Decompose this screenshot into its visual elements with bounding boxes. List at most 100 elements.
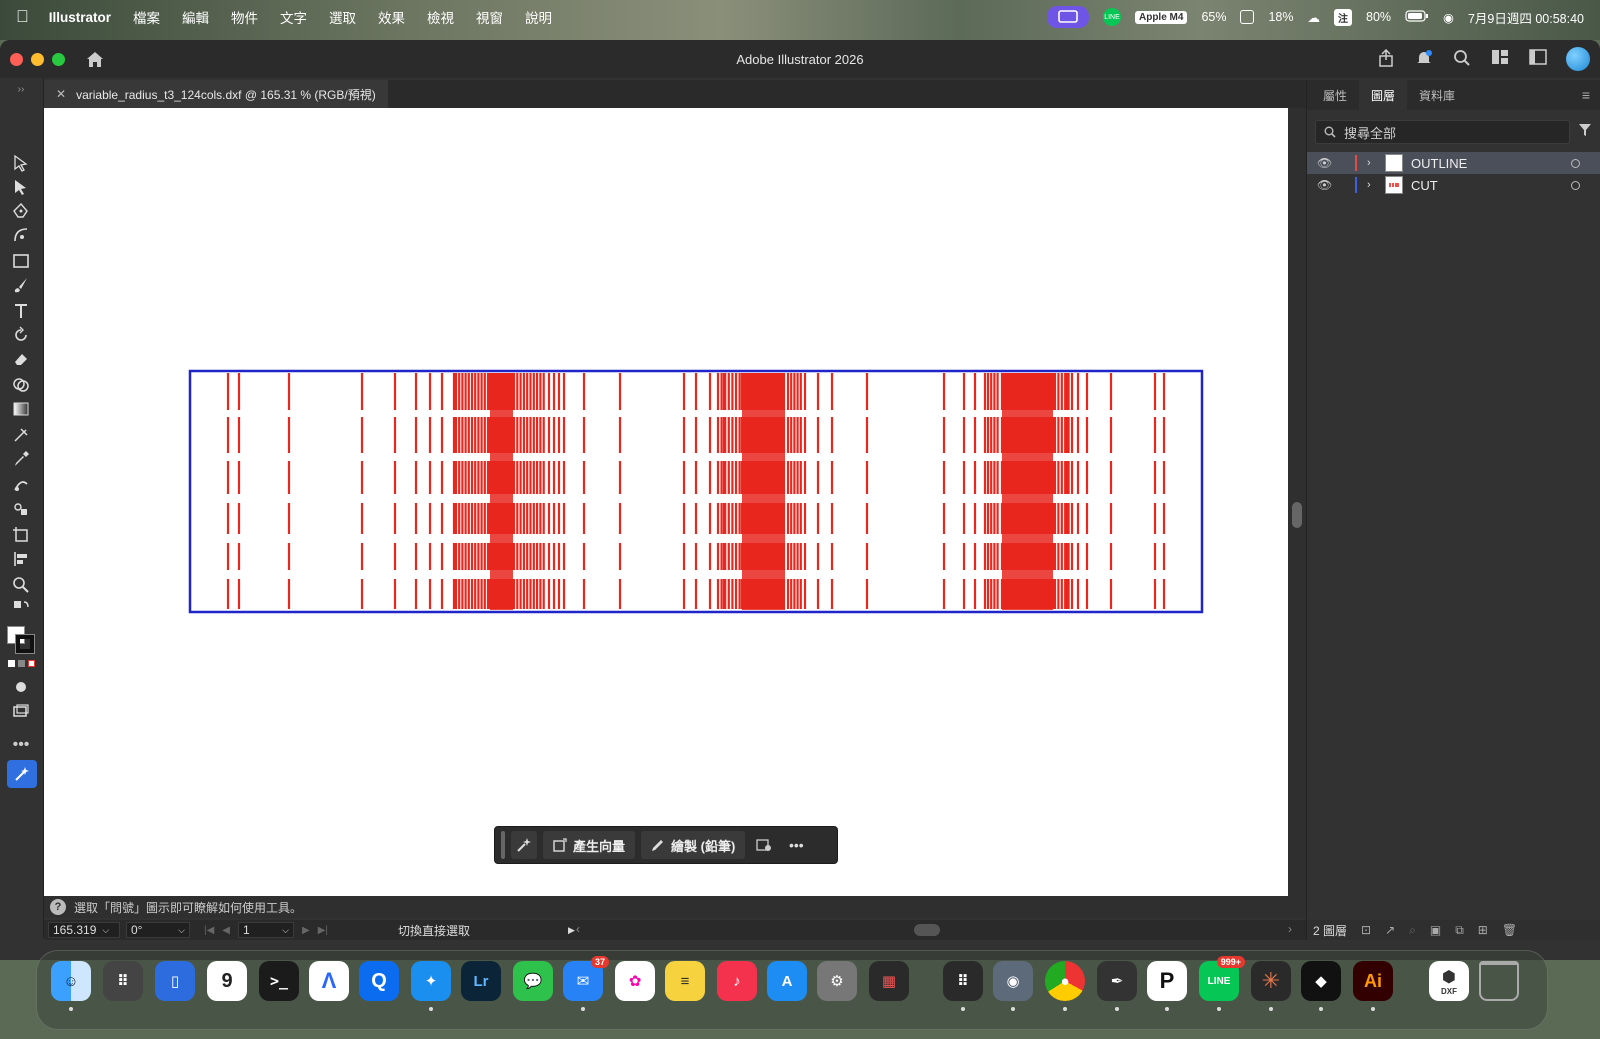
menu-type[interactable]: 文字: [280, 7, 307, 27]
layer-row-cut[interactable]: 👁 › CUT: [1307, 174, 1600, 196]
chrome-icon[interactable]: ●: [1045, 961, 1085, 1001]
photos-icon[interactable]: ✿: [615, 961, 655, 1001]
eyedropper-tool-icon[interactable]: [8, 448, 34, 470]
collect-export-icon[interactable]: ⊡: [1361, 923, 1371, 937]
panel-menu-icon[interactable]: ≡: [1582, 87, 1590, 103]
apps-folder-icon[interactable]: ⠿: [943, 961, 983, 1001]
gradient-tool-icon[interactable]: [8, 398, 34, 420]
panel-toggle-icon[interactable]: [1528, 49, 1548, 69]
curvature-tool-icon[interactable]: [8, 224, 34, 246]
menu-view[interactable]: 檢視: [427, 7, 454, 27]
user-avatar[interactable]: [1566, 47, 1590, 71]
artboard-number-field[interactable]: 1 ⌵: [238, 922, 294, 938]
horizontal-scroll-thumb[interactable]: [914, 924, 940, 936]
align-tool-icon[interactable]: [8, 548, 34, 570]
close-window-button[interactable]: [10, 52, 23, 66]
horizontal-scrollbar[interactable]: ‹ ›: [576, 922, 1292, 936]
visibility-eye-icon[interactable]: 👁: [1317, 156, 1332, 170]
calendar-icon[interactable]: 9: [207, 961, 247, 1001]
system-settings-icon[interactable]: ⚙: [817, 961, 857, 1001]
zoom-level-field[interactable]: 165.319 ⌵: [48, 922, 120, 938]
menu-object[interactable]: 物件: [231, 7, 258, 27]
tab-properties[interactable]: 屬性: [1311, 80, 1359, 110]
canvas[interactable]: 產生向量 繪製 (鉛筆) •••: [44, 108, 1288, 896]
launchpad-icon[interactable]: ⠿: [103, 961, 143, 1001]
shape-builder-tool-icon[interactable]: [8, 374, 34, 396]
export-icon[interactable]: ↗: [1385, 923, 1395, 937]
previous-artboard-icon[interactable]: ◀: [222, 925, 230, 936]
menu-file[interactable]: 檔案: [133, 7, 160, 27]
minimize-window-button[interactable]: [31, 52, 44, 66]
artboard-tool-icon[interactable]: [8, 524, 34, 546]
stroke-swatch[interactable]: [15, 634, 35, 654]
messages-icon[interactable]: 💬: [513, 961, 553, 1001]
tab-libraries[interactable]: 資料庫: [1407, 80, 1467, 110]
input-method-icon[interactable]: 注: [1334, 8, 1352, 26]
memory-badge[interactable]: Apple M4: [1134, 10, 1188, 24]
collapse-toolbar-icon[interactable]: ››: [8, 82, 34, 96]
cut-slot-cluster[interactable]: [742, 373, 785, 610]
close-tab-icon[interactable]: ✕: [56, 87, 66, 101]
image-settings-icon[interactable]: [751, 831, 777, 859]
battery-percent[interactable]: 80%: [1366, 10, 1391, 24]
safari-icon[interactable]: ✦: [411, 961, 451, 1001]
first-artboard-icon[interactable]: |◀: [204, 925, 214, 936]
scroll-left-icon[interactable]: ‹: [576, 922, 580, 936]
more-tools-icon[interactable]: •••: [8, 734, 34, 756]
dxf-file-icon[interactable]: ⬢ DXF: [1429, 961, 1469, 1001]
new-sublayer-icon[interactable]: ⧉: [1455, 923, 1464, 938]
finder-icon[interactable]: ☺: [51, 961, 91, 1001]
rectangle-tool-icon[interactable]: [8, 250, 34, 272]
line-app-icon[interactable]: LINE 999+: [1199, 956, 1245, 1001]
status-menu-arrow-icon[interactable]: ▶: [568, 925, 575, 936]
mail-icon[interactable]: ✉ 37: [563, 956, 609, 1001]
expand-chevron-icon[interactable]: ›: [1367, 157, 1371, 169]
color-mode-buttons[interactable]: [8, 660, 35, 667]
menu-window[interactable]: 視窗: [476, 7, 503, 27]
claude-icon[interactable]: ✳: [1251, 961, 1291, 1001]
selection-tool-icon[interactable]: [8, 152, 34, 174]
battery-icon[interactable]: [1405, 9, 1429, 25]
delete-layer-icon[interactable]: 🗑: [1502, 923, 1517, 937]
creative-cloud-icon[interactable]: ☁: [1308, 10, 1321, 25]
screen-mirror-icon[interactable]: [1046, 6, 1089, 28]
scroll-right-icon[interactable]: ›: [1288, 922, 1292, 936]
apple-menu-icon[interactable]: : [16, 7, 29, 27]
filter-icon[interactable]: [1578, 123, 1592, 142]
paintbrush-tool-icon[interactable]: [8, 274, 34, 296]
arc-icon[interactable]: Λ: [309, 961, 349, 1001]
workspace-layout-icon[interactable]: [1490, 49, 1510, 69]
type-tool-icon[interactable]: [8, 300, 34, 322]
home-icon[interactable]: [85, 50, 105, 68]
share-icon[interactable]: [1376, 48, 1396, 69]
menu-select[interactable]: 選取: [329, 7, 356, 27]
expand-chevron-icon[interactable]: ›: [1367, 179, 1371, 191]
clock[interactable]: 7月9日週四 00:58:40: [1468, 8, 1584, 27]
app-store-icon[interactable]: A: [767, 961, 807, 1001]
layer-target-icon[interactable]: [1571, 158, 1580, 168]
zoom-tool-icon[interactable]: [8, 574, 34, 596]
music-icon[interactable]: ♪: [717, 961, 757, 1001]
illustrator-icon[interactable]: Ai: [1353, 961, 1393, 1001]
help-question-icon[interactable]: ?: [50, 899, 66, 915]
drag-handle[interactable]: [501, 831, 505, 859]
qq-icon[interactable]: Q: [359, 961, 399, 1001]
cursor-app-icon[interactable]: ◆: [1301, 961, 1341, 1001]
lightroom-icon[interactable]: Lr: [461, 961, 501, 1001]
control-center-icon[interactable]: ◉: [1443, 10, 1454, 25]
pixelmator-p-icon[interactable]: P: [1147, 961, 1187, 1001]
layer-search-input[interactable]: 搜尋全部: [1315, 120, 1570, 144]
zoom-dropdown-chevron-icon[interactable]: ⌵: [102, 925, 109, 936]
terminal-icon[interactable]: >_: [259, 961, 299, 1001]
locate-object-icon[interactable]: ⌕: [1409, 923, 1416, 938]
visibility-eye-icon[interactable]: 👁: [1317, 178, 1332, 192]
direct-selection-tool-icon[interactable]: [8, 176, 34, 198]
vertical-scroll-thumb[interactable]: [1292, 502, 1302, 528]
last-artboard-icon[interactable]: ▶|: [318, 925, 328, 936]
ai-assist-icon[interactable]: [511, 831, 537, 859]
inkscape-icon[interactable]: ✒: [1097, 961, 1137, 1001]
clipping-mask-icon[interactable]: ▣: [1430, 923, 1441, 937]
disk-utility-icon[interactable]: ◉: [993, 961, 1033, 1001]
generate-vector-button[interactable]: 產生向量: [543, 831, 636, 859]
numbers-spreadsheet-icon[interactable]: ▦: [869, 961, 909, 1001]
